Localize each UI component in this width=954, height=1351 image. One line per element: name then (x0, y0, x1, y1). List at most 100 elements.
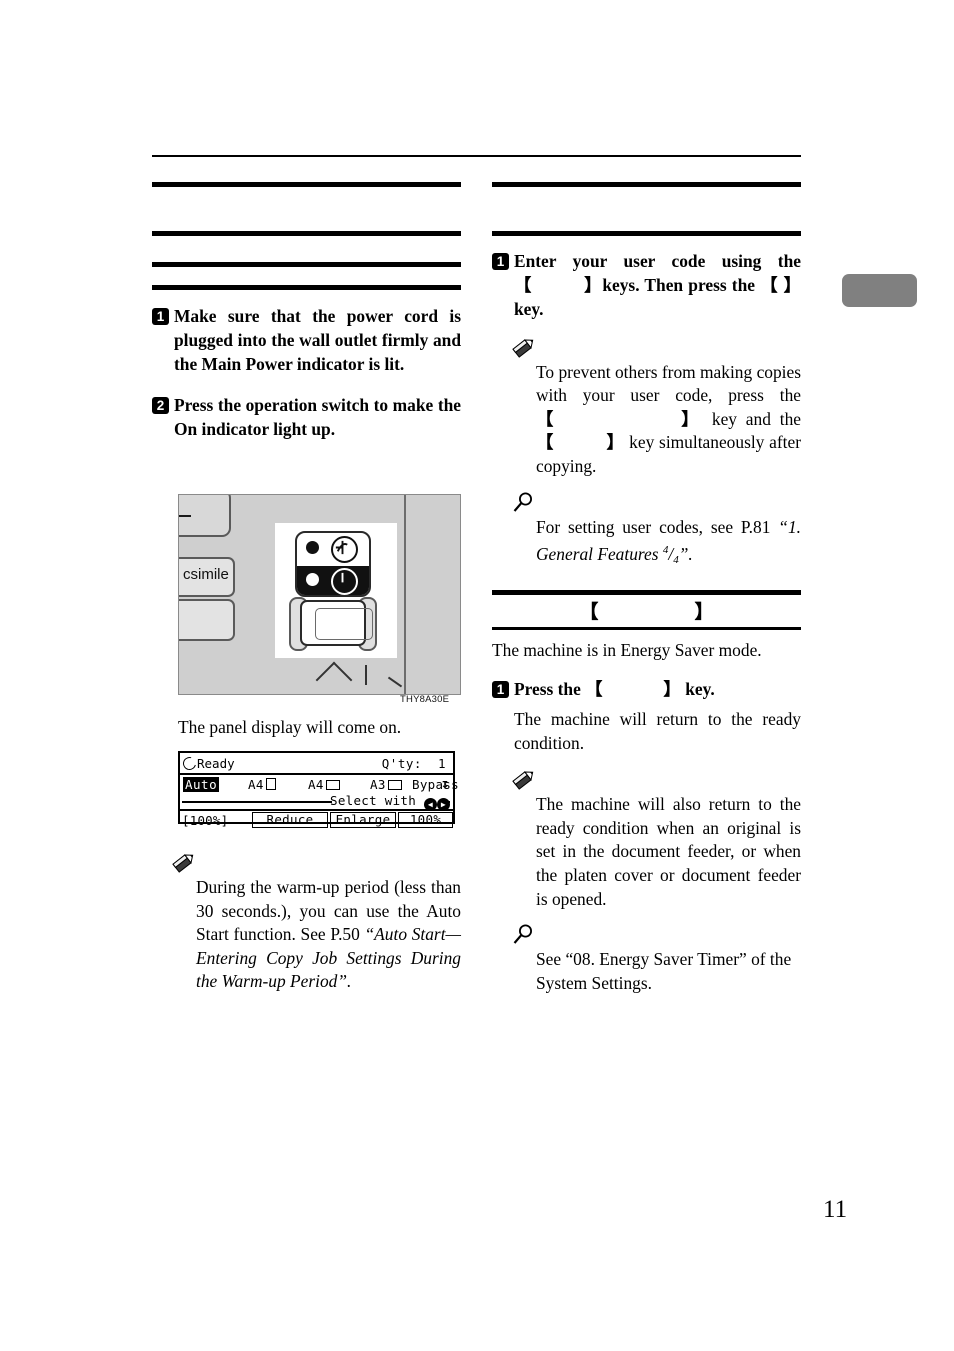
section-heading-1 (152, 187, 461, 231)
control-panel-figure: ↲ csimile (178, 494, 461, 695)
note-energy-saver: The machine will also return to the read… (492, 768, 801, 911)
page-landscape-icon (325, 780, 340, 790)
lcd-current-zoom: [100%] (182, 813, 229, 828)
document-page: 1 Make sure that the power cord is plugg… (0, 0, 954, 1351)
pencil-icon (511, 768, 801, 793)
page-top-rule (152, 155, 801, 157)
page-number: 11 (823, 1196, 848, 1223)
section-heading-2 (152, 236, 461, 262)
lcd-quantity: Q'ty: 1 (382, 756, 446, 771)
step-item: 1 Enter your user code using the 【 】keys… (492, 249, 801, 322)
panel-facsimile-key: csimile (179, 557, 235, 597)
step-text: Enter your user code using the 【 】keys. … (514, 249, 801, 322)
note-energy-reference-body: See “08. Energy Saver Timer” of the Syst… (536, 949, 792, 993)
pencil-icon (171, 851, 461, 876)
fraction-numerator: 4 (662, 544, 669, 557)
power-wave-icon (331, 536, 358, 563)
step-item: 2 Press the operation switch to make the… (152, 393, 461, 441)
main-power-indicator (306, 541, 319, 554)
panel-enter-key: ↲ (179, 495, 231, 537)
lcd-display-figure: Ready Q'ty: 1 Auto A4 A4 A3 Bypass ↧ Sel… (178, 751, 459, 828)
lcd-status-text: Ready (197, 756, 235, 771)
energy-saver-intro: The machine is in Energy Saver mode. (492, 640, 762, 661)
reference-fraction: 4/4 (662, 543, 679, 566)
right-column: 1 Enter your user code using the 【 】keys… (492, 182, 801, 995)
power-switch-group (295, 531, 371, 597)
lcd-paper-1-label: A4 (248, 777, 264, 792)
lcd-reduce-button[interactable]: Reduce (252, 812, 328, 828)
panel-divider-line (404, 495, 406, 694)
note-user-code-body: To prevent others from making copies wit… (536, 361, 801, 479)
section-heading-3 (152, 267, 461, 285)
lcd-quantity-value: 1 (437, 756, 446, 771)
note-part-2: key and the (711, 408, 801, 429)
lcd-auto-selected[interactable]: Auto (183, 777, 220, 792)
lcd-zoom-row: [100%] Reduce Enlarge 100% (180, 809, 453, 830)
scroll-down-icon[interactable]: ↧ (441, 777, 449, 792)
facsimile-label: csimile (183, 566, 229, 583)
step-badge: 1 (152, 308, 169, 325)
energy-heading-rule-bottom (492, 627, 801, 631)
step-text: Press the operation switch to make the O… (174, 394, 461, 439)
lcd-paper-a3-landscape[interactable]: A3 (370, 777, 402, 792)
figure-caption: THY8A30E (400, 694, 450, 705)
energy-saver-result: The machine will return to the ready con… (514, 709, 801, 753)
lcd-paper-a4-portrait[interactable]: A4 (248, 777, 276, 792)
lcd-separator-line (182, 801, 332, 803)
user-code-number-keys-token: 【 】 (514, 275, 603, 296)
ready-indicator-icon (180, 754, 199, 773)
main-power-row (297, 533, 369, 563)
energy-saver-key-token: 【 】 (585, 678, 681, 699)
note-user-code-reference: For setting user codes, see P.81 “1. Gen… (492, 491, 801, 573)
lcd-paper-bypass[interactable]: Bypass (412, 777, 459, 792)
note-user-code: To prevent others from making copies wit… (492, 336, 801, 479)
energy-step-before: Press the (514, 678, 581, 699)
note-energy-reference: See “08. Energy Saver Timer” of the Syst… (492, 923, 801, 995)
power-on-icon (331, 568, 358, 595)
step-text-before: Enter your user code using the (514, 251, 801, 271)
left-note-block: During the warm-up period (less than 30 … (152, 840, 461, 994)
clear-modes-key-token: 【 】 (536, 408, 704, 429)
page-portrait-icon (265, 778, 276, 790)
after-figure-text-block: The panel display will come on. (178, 716, 461, 740)
lcd-paper-2-label: A4 (308, 777, 324, 792)
pencil-icon (511, 336, 801, 361)
reference-text: For setting user codes, see P.81 (536, 516, 779, 537)
step-text: Press the 【 】 key. (514, 677, 801, 701)
left-column: 1 Make sure that the power cord is plugg… (152, 182, 461, 441)
lcd-enlarge-button[interactable]: Enlarge (330, 812, 396, 828)
note-warmup: During the warm-up period (less than 30 … (152, 851, 461, 994)
chapter-tab-marker (842, 274, 917, 307)
lcd-paper-a4-landscape[interactable]: A4 (308, 777, 340, 792)
lcd-hint-row: Select with ◀ ▶ (180, 793, 453, 811)
right-section-heading-1 (492, 187, 801, 231)
note-reference-body: For setting user codes, see P.81 “1. Gen… (536, 516, 801, 573)
page-landscape-icon (387, 780, 402, 790)
step-badge: 1 (492, 680, 509, 698)
note-warmup-body: During the warm-up period (less than 30 … (196, 876, 461, 994)
lcd-paper-3-label: A3 (370, 777, 386, 792)
energy-saver-key-close: 】 (694, 602, 714, 624)
panel-blank-key (179, 599, 235, 641)
lcd-select-hint-label: Select with (330, 793, 417, 808)
magnifier-icon (511, 923, 801, 948)
right-heading-rule-2 (492, 231, 801, 236)
clear-stop-key-token: 【 】 (536, 432, 625, 453)
on-indicator (306, 573, 319, 586)
step-item: 1 Make sure that the power cord is plugg… (152, 304, 461, 377)
panel-zoom-callout (275, 523, 397, 658)
enter-key-token: 【 】 (760, 275, 801, 296)
step-item: 1 Press the 【 】 key. (492, 677, 801, 701)
switch-inner-face (315, 608, 373, 640)
lcd-paper-row: Auto A4 A4 A3 Bypass ↧ (180, 775, 459, 794)
lcd-quantity-label: Q'ty: (381, 756, 422, 771)
note-energy-saver-body: The machine will also return to the read… (536, 794, 801, 909)
step-badge: 1 (492, 253, 509, 270)
panel-chevron-mark (315, 661, 353, 694)
reference-title-end: ”. (678, 543, 693, 564)
after-figure-text: The panel display will come on. (178, 717, 402, 737)
step-badge: 2 (152, 396, 169, 414)
lcd-full-size-button[interactable]: 100% (398, 812, 453, 828)
step-text-mid: keys. Then press the (602, 275, 755, 296)
heading-rule-4 (152, 285, 461, 290)
